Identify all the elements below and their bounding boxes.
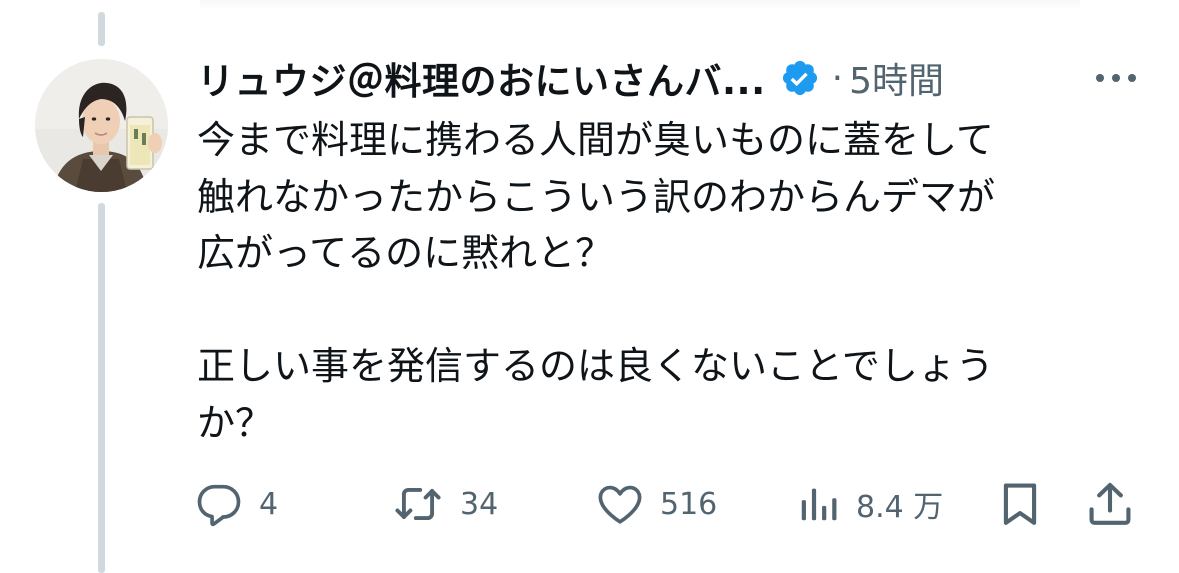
avatar-image [35, 59, 168, 192]
tweet-text-line: か？ [197, 400, 274, 445]
tweet-text: 今まで料理に携わる人間が臭いものに蓋をして 触れなかったからこういう訳のわからん… [197, 112, 1097, 451]
views-count: 8.4 万 [856, 490, 944, 525]
tweet-text-line: 触れなかったからこういう訳のわからんデマが [197, 174, 996, 219]
reply-icon [197, 484, 241, 527]
tweet-text-line: 正しい事を発信するのは良くないことでしょう [197, 344, 994, 388]
reply-button[interactable]: 4 [193, 478, 278, 530]
bookmark-button[interactable] [994, 478, 1046, 530]
reply-count: 4 [259, 486, 279, 522]
timestamp[interactable]: 5時間 [849, 52, 944, 104]
thread-line-top [98, 12, 105, 46]
more-icon[interactable] [1092, 66, 1140, 90]
share-button[interactable] [1084, 478, 1136, 530]
avatar[interactable] [35, 59, 168, 192]
verified-badge-icon [780, 58, 820, 98]
retweet-count: 34 [460, 486, 499, 522]
views-button[interactable]: 8.4 万 [796, 478, 943, 530]
share-icon [1089, 482, 1131, 525]
tweet-text-line: 今まで料理に携わる人間が臭いものに蓋をして [197, 118, 994, 162]
views-icon [801, 488, 837, 521]
retweet-icon [395, 487, 441, 521]
action-bar: 4 34 516 8.4 万 [0, 478, 1179, 530]
tweet-header: リュウジ＠料理のおにいさんバ... · 5時間 [197, 48, 944, 108]
tweet-text-line: 広がってるのに黙れと？ [197, 231, 614, 275]
heart-icon [598, 485, 642, 524]
like-count: 516 [660, 486, 718, 522]
like-button[interactable]: 516 [594, 478, 717, 530]
header-separator: · [831, 57, 844, 99]
previous-content-edge [200, 0, 1080, 10]
bookmark-icon [1003, 483, 1037, 525]
retweet-button[interactable]: 34 [390, 478, 498, 530]
author-name[interactable]: リュウジ＠料理のおにいさんバ... [197, 51, 766, 105]
